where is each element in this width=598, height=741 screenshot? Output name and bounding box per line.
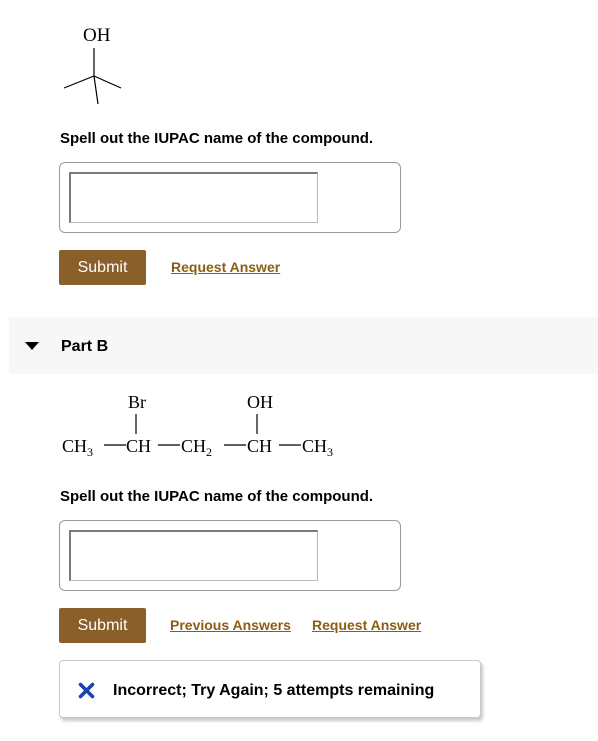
chain-group-c3-sub: 2 [206, 445, 213, 459]
chain-group-c1: CH3 [62, 436, 94, 459]
chain-group-c1-sub: 3 [87, 445, 94, 459]
chain-group-c5-main: CH [302, 436, 328, 456]
answer-input-b[interactable] [69, 530, 318, 581]
question-text-a: Spell out the IUPAC name of the compound… [60, 130, 374, 147]
answer-box-a [59, 162, 401, 233]
collapse-triangle-icon[interactable] [25, 342, 39, 352]
molecule-a-oh-label: OH [83, 25, 111, 46]
molecule-a-skeleton [63, 48, 122, 105]
chain-group-c1-main: CH [62, 436, 88, 456]
part-b-title: Part B [61, 338, 109, 355]
submit-button-a[interactable]: Submit [59, 250, 146, 285]
incorrect-x-icon [78, 682, 95, 699]
chain-group-c2-main: CH [126, 436, 152, 456]
answer-box-b [59, 520, 401, 591]
chain-group-c3-main: CH [181, 436, 207, 456]
chain-group-c3: CH2 [181, 436, 213, 459]
chain-group-c5-sub: 3 [327, 445, 334, 459]
chain-group-c4: CH [247, 436, 272, 457]
answer-input-a[interactable] [69, 172, 318, 223]
chain-group-c2: CH [126, 436, 151, 457]
chain-group-c4-main: CH [247, 436, 273, 456]
chain-group-c5: CH3 [302, 436, 334, 459]
submit-button-b[interactable]: Submit [59, 608, 146, 643]
previous-answers-link[interactable]: Previous Answers [170, 617, 291, 633]
feedback-message: Incorrect; Try Again; 5 attempts remaini… [113, 682, 435, 699]
feedback-box: Incorrect; Try Again; 5 attempts remaini… [59, 660, 481, 718]
request-answer-link-a[interactable]: Request Answer [171, 259, 280, 275]
question-text-b: Spell out the IUPAC name of the compound… [60, 488, 374, 505]
request-answer-link-b[interactable]: Request Answer [312, 617, 421, 633]
